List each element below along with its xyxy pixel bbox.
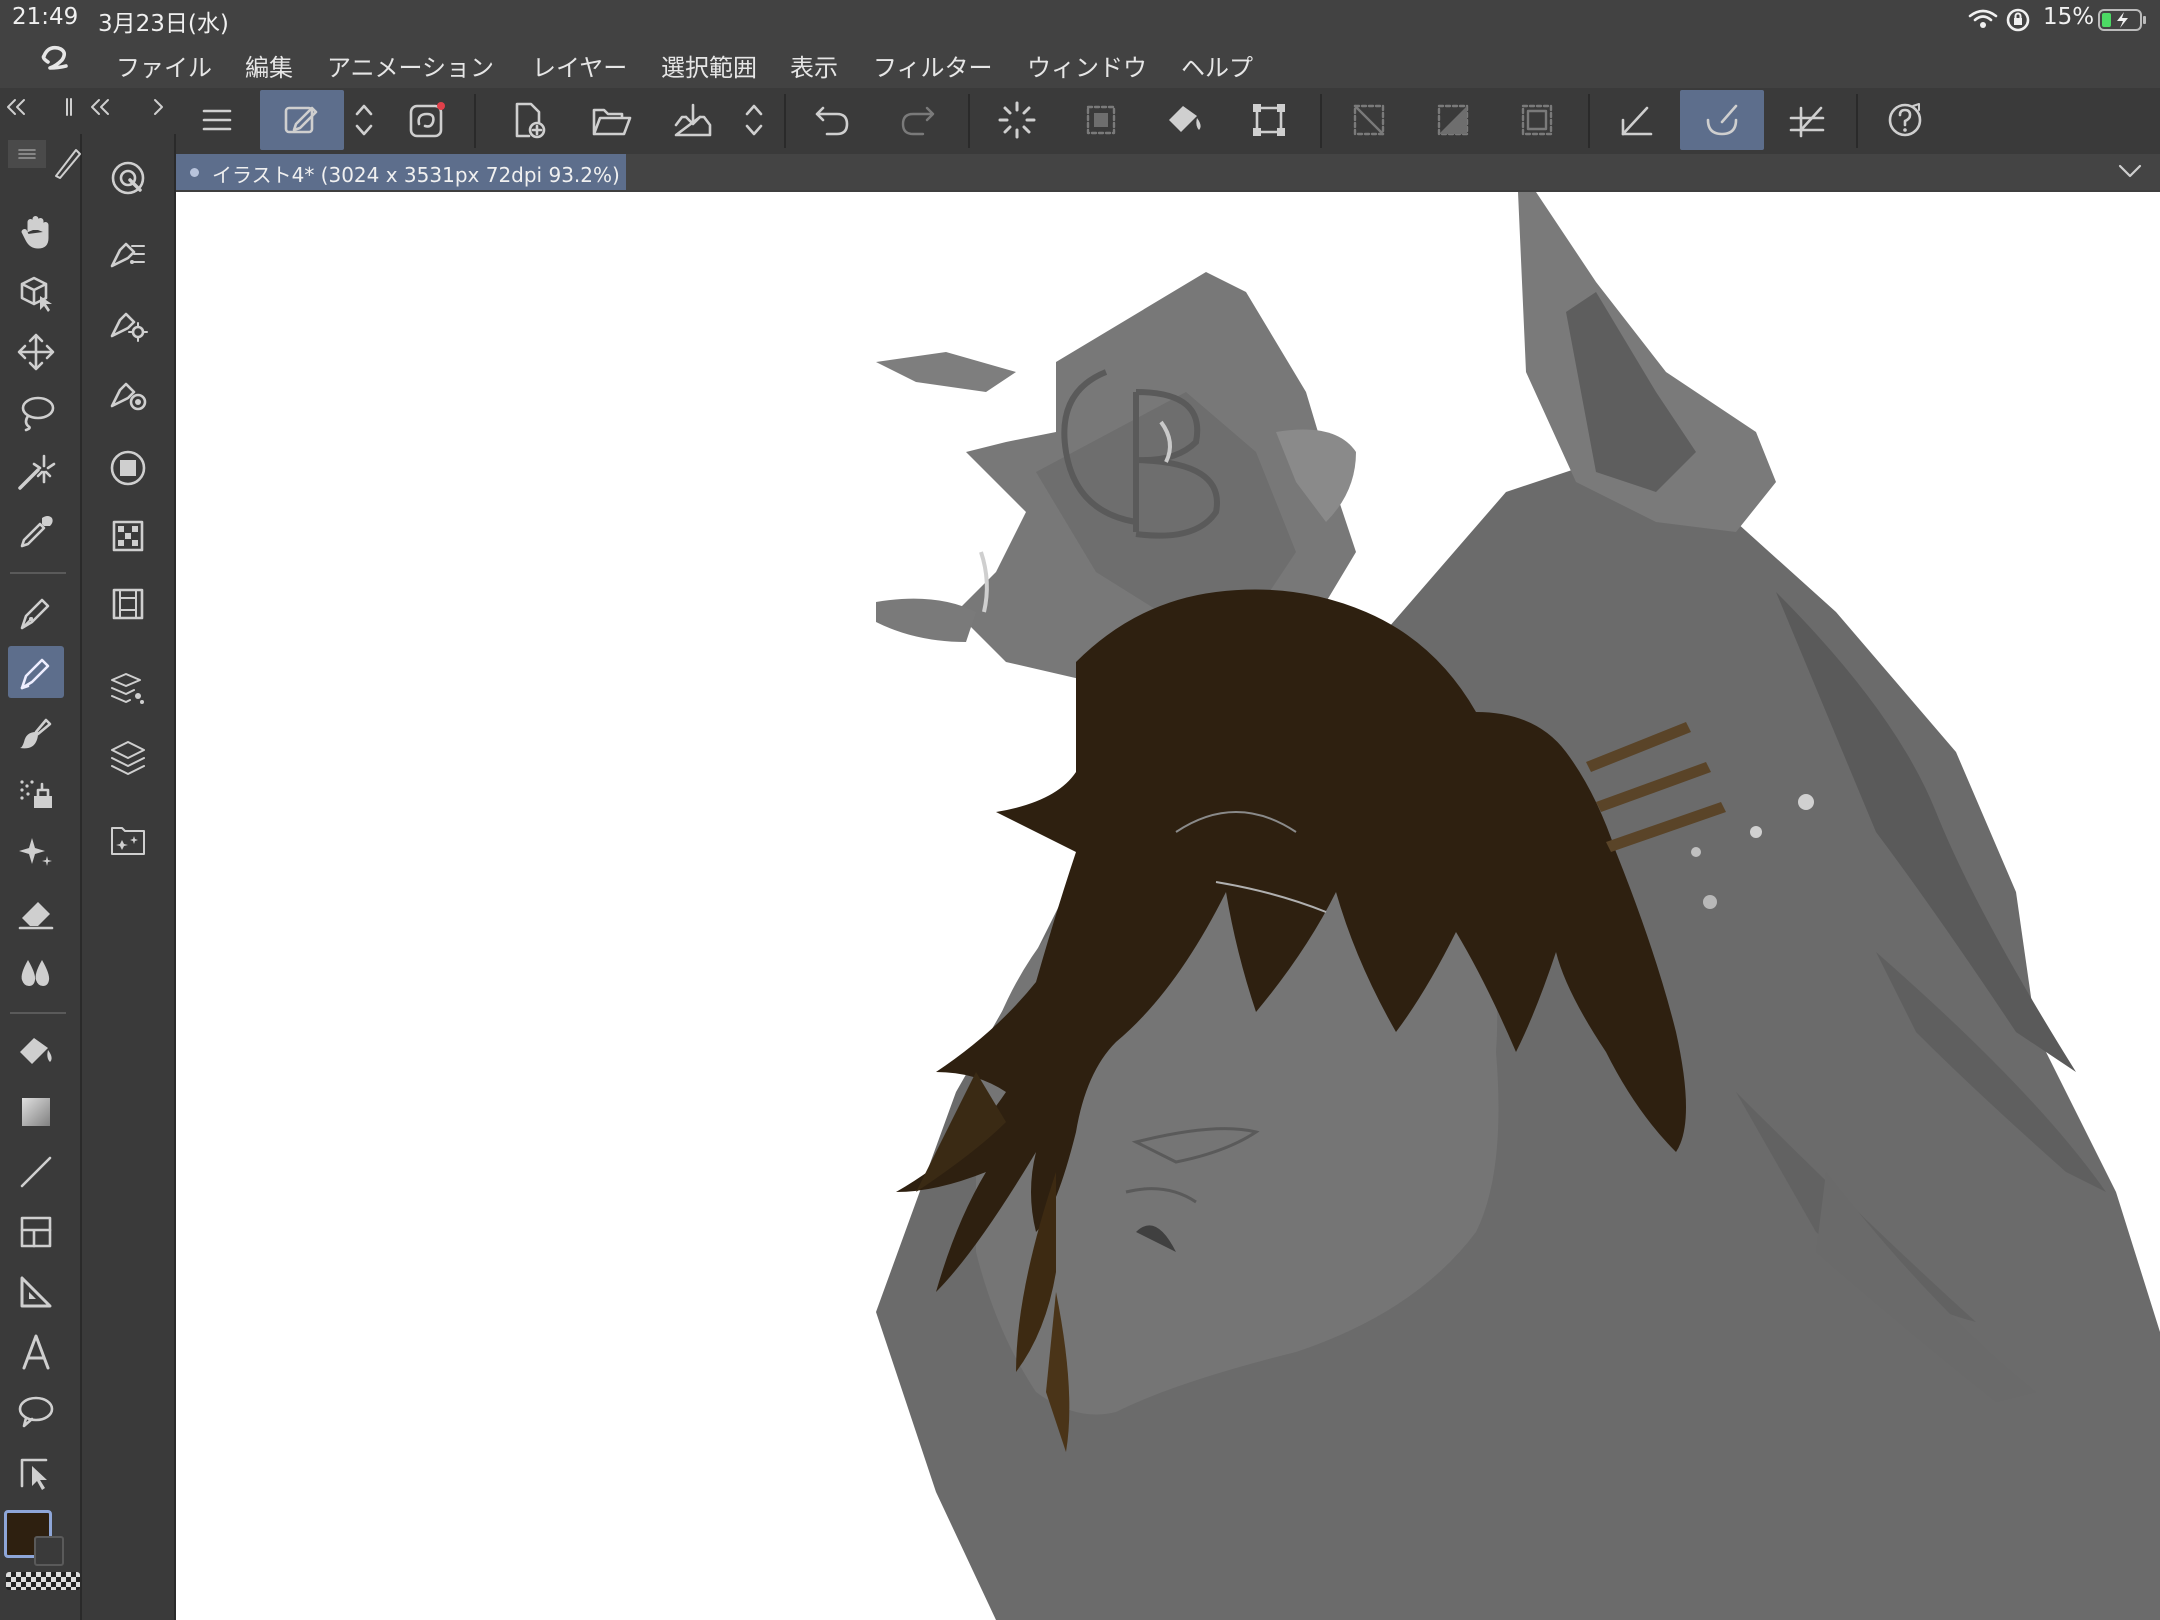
brush-icon[interactable] bbox=[8, 706, 64, 758]
ruler-icon[interactable] bbox=[8, 1266, 64, 1318]
frame-icon[interactable] bbox=[8, 1206, 64, 1258]
undo-icon[interactable] bbox=[802, 90, 864, 150]
menu-edit[interactable]: 編集 bbox=[245, 48, 293, 83]
status-time: 21:49 bbox=[12, 4, 79, 30]
status-bar: 21:49 3月23日(水) 15% bbox=[0, 0, 2160, 38]
artwork-illustration bbox=[876, 192, 2160, 1620]
menu-selection[interactable]: 選択範囲 bbox=[661, 48, 757, 83]
redo-icon[interactable] bbox=[886, 90, 948, 150]
save-icon[interactable] bbox=[662, 90, 724, 150]
pen-icon[interactable] bbox=[8, 586, 64, 638]
menu-filter[interactable]: フィルター bbox=[873, 48, 993, 83]
current-tool-pen-icon bbox=[52, 146, 82, 182]
menu-file[interactable]: ファイル bbox=[116, 48, 212, 83]
collapse-sub-icon[interactable] bbox=[88, 96, 112, 118]
panel-icon-column bbox=[82, 134, 176, 1620]
snap-to-ruler-icon[interactable] bbox=[1606, 90, 1668, 150]
menu-bar: ファイル 編集 アニメーション レイヤー 選択範囲 表示 フィルター ウィンドウ… bbox=[0, 38, 2160, 88]
stabilizer-icon[interactable] bbox=[396, 90, 458, 150]
sub-color-swatch[interactable] bbox=[34, 1536, 64, 1566]
battery-icon bbox=[2098, 8, 2148, 32]
invert-selection-icon[interactable] bbox=[1422, 90, 1484, 150]
decoration-icon[interactable] bbox=[8, 826, 64, 878]
eyedropper-icon[interactable] bbox=[8, 506, 64, 558]
color-set-icon[interactable] bbox=[100, 508, 156, 564]
text-icon[interactable] bbox=[8, 1326, 64, 1378]
hand-icon[interactable] bbox=[8, 206, 64, 258]
open-file-icon[interactable] bbox=[580, 90, 642, 150]
orientation-lock-icon bbox=[2006, 8, 2030, 32]
command-bar bbox=[0, 88, 2160, 155]
app-logo-icon[interactable] bbox=[36, 44, 74, 80]
snap-to-special-ruler-icon[interactable] bbox=[1680, 90, 1764, 150]
gradient-icon[interactable] bbox=[8, 1086, 64, 1138]
eraser-icon[interactable] bbox=[8, 886, 64, 938]
snap-to-grid-icon[interactable] bbox=[1776, 90, 1838, 150]
clear-selection-icon[interactable] bbox=[1338, 90, 1400, 150]
drawing-canvas[interactable] bbox=[176, 192, 2160, 1620]
menu-animation[interactable]: アニメーション bbox=[327, 48, 494, 83]
tool-property-icon[interactable] bbox=[100, 294, 156, 350]
layer-property-icon[interactable] bbox=[100, 660, 156, 716]
expand-right-icon[interactable] bbox=[150, 96, 166, 118]
pencil-icon[interactable] bbox=[8, 646, 64, 698]
transform-icon[interactable] bbox=[1238, 90, 1300, 150]
animation-timeline-icon[interactable] bbox=[100, 576, 156, 632]
loading-spinner-icon bbox=[986, 90, 1048, 150]
menu-window[interactable]: ウィンドウ bbox=[1027, 48, 1147, 83]
speech-balloon-icon[interactable] bbox=[8, 1386, 64, 1438]
select-all-icon[interactable] bbox=[1070, 90, 1132, 150]
menu-help[interactable]: ヘルプ bbox=[1181, 48, 1253, 83]
correct-line-icon[interactable] bbox=[8, 1446, 64, 1498]
line-icon[interactable] bbox=[8, 1146, 64, 1198]
magic-wand-icon[interactable] bbox=[8, 446, 64, 498]
color-wheel-icon[interactable] bbox=[100, 440, 156, 496]
palette-menu-icon[interactable] bbox=[8, 140, 46, 168]
fill-icon[interactable] bbox=[1154, 90, 1216, 150]
unsaved-dot-icon bbox=[190, 168, 199, 177]
lasso-select-icon[interactable] bbox=[8, 386, 64, 438]
tab-document[interactable]: イラスト4* (3024 x 3531px 72dpi 93.2%) bbox=[176, 154, 626, 190]
panel-divider-handle[interactable] bbox=[64, 96, 74, 118]
fill-icon[interactable] bbox=[8, 1026, 64, 1078]
3d-move-icon[interactable] bbox=[8, 266, 64, 318]
spinner-arrows-icon[interactable] bbox=[346, 90, 382, 150]
material-icon[interactable] bbox=[100, 812, 156, 868]
battery-percent: 15% bbox=[2043, 4, 2095, 30]
chevron-down-icon[interactable] bbox=[2116, 160, 2144, 182]
blend-icon[interactable] bbox=[8, 946, 64, 998]
layer-icon[interactable] bbox=[100, 728, 156, 784]
menu-layer[interactable]: レイヤー bbox=[532, 48, 627, 83]
collapse-left-icon[interactable] bbox=[4, 96, 28, 118]
menu-view[interactable]: 表示 bbox=[790, 48, 838, 83]
show-selection-area-icon[interactable] bbox=[1506, 90, 1568, 150]
sub-tool-icon[interactable] bbox=[100, 224, 156, 280]
navigator-icon[interactable] bbox=[100, 150, 156, 206]
menu-icon[interactable] bbox=[186, 90, 248, 150]
brush-size-toggle-icon[interactable] bbox=[260, 90, 344, 150]
help-icon[interactable] bbox=[1874, 90, 1936, 150]
airbrush-icon[interactable] bbox=[8, 766, 64, 818]
brush-size-icon[interactable] bbox=[100, 364, 156, 420]
tool-palette bbox=[0, 134, 82, 1620]
save-options-arrows-icon[interactable] bbox=[736, 90, 772, 150]
new-file-icon[interactable] bbox=[498, 90, 560, 150]
document-tab-label: イラスト4* (3024 x 3531px 72dpi 93.2%) bbox=[212, 163, 620, 187]
wifi-icon bbox=[1968, 8, 1998, 30]
status-date: 3月23日(水) bbox=[98, 11, 229, 37]
transparent-color-swatch[interactable] bbox=[6, 1572, 80, 1590]
move-icon[interactable] bbox=[8, 326, 64, 378]
